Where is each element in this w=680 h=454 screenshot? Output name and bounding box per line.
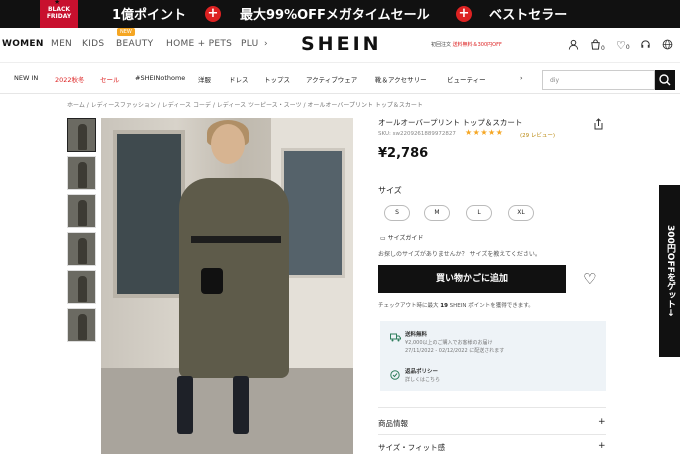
cart-count: 0 bbox=[601, 45, 605, 52]
wishlist-count: 0 bbox=[625, 44, 630, 51]
return-policy-link[interactable]: 詳しくはこちら bbox=[405, 376, 440, 383]
size-l-button[interactable]: L bbox=[466, 205, 492, 221]
shipping-info-box: 送料無料 ¥2,000以上のご購入でお客様のお届け 27/11/2022 - 0… bbox=[380, 321, 606, 391]
plus-icon: + bbox=[205, 6, 221, 22]
search-input[interactable]: diy bbox=[542, 70, 655, 90]
globe-icon[interactable] bbox=[662, 39, 673, 53]
subnav-aw22[interactable]: 2022秋冬 bbox=[55, 74, 85, 84]
model-belt bbox=[191, 236, 281, 243]
wishlist-icon[interactable]: ♡0 bbox=[616, 39, 630, 52]
main-product-image[interactable] bbox=[101, 118, 353, 454]
wishlist-heart-icon[interactable]: ♡ bbox=[583, 270, 596, 288]
ruler-icon: ▭ bbox=[380, 235, 388, 242]
thumbnail[interactable] bbox=[67, 118, 96, 152]
shein-logo[interactable]: SHEIN bbox=[301, 33, 382, 55]
image-window bbox=[281, 148, 345, 278]
size-guide-link[interactable]: ▭ サイズガイド bbox=[380, 233, 423, 242]
model-boot bbox=[177, 376, 193, 434]
nav-men[interactable]: MEN bbox=[51, 39, 72, 49]
nav-kids[interactable]: KIDS bbox=[82, 39, 104, 49]
size-m-button[interactable]: M bbox=[424, 205, 450, 221]
category-subnav: NEW IN 2022秋冬 セール #SHEINothome 洋服 ドレス トッ… bbox=[0, 62, 680, 94]
size-fit-accordion[interactable]: サイズ・フィット感 bbox=[378, 442, 445, 453]
promo-bar[interactable]: ★ BLACK FRIDAY 1億ポイント + 最大99%OFFメガタイムセール … bbox=[0, 0, 680, 28]
breadcrumb[interactable]: ホーム / レディースファッション / レディース コーデ / レディース ツー… bbox=[67, 100, 423, 109]
subnav-new-in[interactable]: NEW IN bbox=[14, 74, 38, 82]
product-info-accordion[interactable]: 商品情報 bbox=[378, 418, 408, 429]
subnav-sheinothome[interactable]: #SHEINothome bbox=[135, 74, 185, 82]
subnav-tops[interactable]: トップス bbox=[264, 74, 290, 84]
subnav-clothing[interactable]: 洋服 bbox=[198, 74, 211, 84]
return-icon bbox=[390, 370, 400, 383]
subnav-shoes-accessories[interactable]: 靴＆アクセサリー bbox=[375, 74, 427, 84]
product-title: オールオーバープリント トップ＆スカート bbox=[378, 118, 523, 127]
cart-icon[interactable]: 0 bbox=[590, 39, 605, 53]
divider bbox=[378, 407, 606, 408]
thumbnail[interactable] bbox=[67, 270, 96, 304]
product-sku: SKU: sw2209261889972827 bbox=[378, 131, 456, 137]
thumbnail[interactable] bbox=[67, 308, 96, 342]
nav-plus[interactable]: PLU bbox=[241, 39, 258, 49]
points-info: チェックアウト時に最大 19 SHEIN ポイントを獲得できます。 bbox=[378, 303, 534, 309]
size-label: サイズ bbox=[378, 186, 402, 195]
subnav-beauty[interactable]: ビューティー bbox=[447, 74, 486, 84]
coupon-side-tab[interactable]: 300円OFFをゲット→ bbox=[659, 185, 680, 357]
shipping-detail-1: ¥2,000以上のご購入でお客様のお届け bbox=[405, 340, 493, 346]
share-icon[interactable] bbox=[593, 118, 604, 133]
thumbnail[interactable] bbox=[67, 194, 96, 228]
support-icon[interactable] bbox=[640, 39, 651, 53]
expand-plus-icon[interactable]: + bbox=[598, 441, 606, 451]
expand-plus-icon[interactable]: + bbox=[598, 417, 606, 427]
shipping-detail-2: 27/11/2022 - 02/12/2022 に配送されます bbox=[405, 348, 505, 354]
fit-question-link[interactable]: お探しのサイズがありませんか？ サイズを教えてください。 bbox=[378, 249, 541, 258]
return-policy-title[interactable]: 返品ポリシー bbox=[405, 367, 438, 375]
new-badge: NEW bbox=[117, 28, 135, 36]
model-boot bbox=[233, 376, 249, 434]
review-count[interactable]: (29 レビュー) bbox=[520, 131, 555, 139]
nav-women[interactable]: WOMEN bbox=[2, 39, 44, 49]
add-to-cart-button[interactable]: 買い物かごに追加 bbox=[378, 265, 566, 293]
subnav-activewear[interactable]: アクティブウェア bbox=[306, 74, 357, 84]
rating-stars[interactable]: ★★★★★ bbox=[465, 128, 503, 137]
black-friday-badge: ★ BLACK FRIDAY bbox=[40, 0, 78, 28]
search-button[interactable] bbox=[655, 70, 675, 90]
subnav-sale[interactable]: セール bbox=[100, 74, 120, 84]
model-head bbox=[211, 124, 245, 164]
product-price: ¥2,786 bbox=[378, 146, 429, 161]
divider bbox=[378, 434, 606, 435]
thumbnail[interactable] bbox=[67, 156, 96, 190]
promo-item-points[interactable]: 1億ポイント bbox=[112, 4, 186, 23]
model-dress bbox=[179, 178, 289, 378]
shipping-title[interactable]: 送料無料 bbox=[405, 330, 427, 338]
image-ground bbox=[101, 368, 353, 454]
subnav-dresses[interactable]: ドレス bbox=[229, 74, 249, 84]
search-icon bbox=[659, 74, 671, 86]
truck-icon bbox=[390, 333, 401, 345]
subnav-next-icon[interactable]: › bbox=[520, 74, 523, 82]
main-header: WOMEN MEN KIDS NEW BEAUTY HOME + PETS PL… bbox=[0, 28, 680, 62]
image-window bbox=[113, 130, 185, 298]
plus-icon: + bbox=[456, 6, 472, 22]
model-bag bbox=[201, 268, 223, 294]
size-xl-button[interactable]: XL bbox=[508, 205, 534, 221]
nav-more-icon[interactable]: › bbox=[264, 39, 268, 49]
thumbnail[interactable] bbox=[67, 232, 96, 266]
promo-item-sale[interactable]: 最大99%OFFメガタイムセール bbox=[240, 4, 430, 23]
nav-beauty[interactable]: BEAUTY bbox=[116, 39, 153, 49]
user-icon[interactable] bbox=[568, 39, 579, 53]
header-promo[interactable]: 初回注文 送料無料＆300円OFF bbox=[431, 41, 502, 48]
promo-item-bestseller[interactable]: ベストセラー bbox=[489, 4, 567, 23]
nav-home-pets[interactable]: HOME + PETS bbox=[166, 39, 232, 49]
size-s-button[interactable]: S bbox=[384, 205, 410, 221]
